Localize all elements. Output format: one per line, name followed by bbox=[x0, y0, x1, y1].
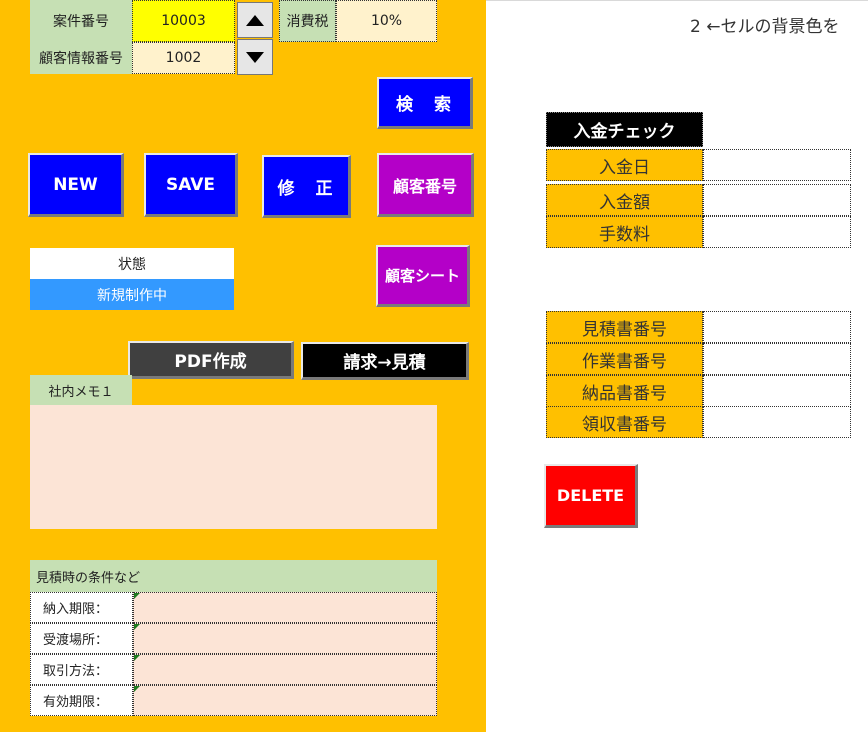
condition-field-transaction-method[interactable] bbox=[133, 654, 437, 685]
delivery-note-no-label: 納品書番号 bbox=[546, 375, 703, 407]
sheet-gridline bbox=[486, 0, 868, 1]
condition-label-transaction-method: 取引方法： bbox=[30, 654, 133, 685]
condition-field-delivery-deadline[interactable] bbox=[133, 592, 437, 623]
condition-field-expiry[interactable] bbox=[133, 685, 437, 716]
estimate-no-label: 見積書番号 bbox=[546, 311, 703, 343]
comment-marker-icon bbox=[134, 686, 140, 692]
tax-label: 消費税 bbox=[279, 0, 336, 42]
customer-info-field[interactable]: 1002 bbox=[132, 42, 235, 74]
case-no-field[interactable]: 10003 bbox=[132, 0, 235, 42]
condition-label-delivery-deadline: 納入期限： bbox=[30, 592, 133, 623]
receipt-no-field[interactable] bbox=[703, 406, 851, 438]
comment-marker-icon bbox=[134, 593, 140, 599]
customer-sheet-button[interactable]: 顧客シート bbox=[376, 245, 470, 307]
note-text: 2 ←セルの背景色を bbox=[690, 17, 840, 37]
delivery-note-no-field[interactable] bbox=[703, 375, 851, 407]
receipt-no-label: 領収書番号 bbox=[546, 406, 703, 438]
payment-fee-label: 手数料 bbox=[546, 216, 703, 248]
customer-info-label: 顧客情報番号 bbox=[30, 42, 132, 74]
payment-check-title: 入金チェック bbox=[546, 112, 703, 147]
status-label: 状態 bbox=[30, 248, 234, 279]
increment-button[interactable] bbox=[237, 2, 273, 38]
control-panel: 案件番号 10003 顧客情報番号 1002 消費税 10% 検 索 NEW S… bbox=[0, 0, 486, 732]
invoice-to-estimate-button[interactable]: 請求→見積 bbox=[301, 342, 469, 380]
modify-button[interactable]: 修 正 bbox=[262, 155, 351, 218]
estimate-no-field[interactable] bbox=[703, 311, 851, 343]
customer-no-button[interactable]: 顧客番号 bbox=[377, 153, 474, 217]
comment-marker-icon bbox=[134, 655, 140, 661]
conditions-title: 見積時の条件など bbox=[30, 560, 437, 592]
memo-textarea[interactable] bbox=[30, 405, 437, 529]
tax-field[interactable]: 10% bbox=[336, 0, 437, 42]
save-button[interactable]: SAVE bbox=[144, 153, 238, 217]
decrement-button[interactable] bbox=[237, 39, 273, 75]
payment-amount-field[interactable] bbox=[703, 184, 851, 216]
condition-label-delivery-place: 受渡場所： bbox=[30, 623, 133, 654]
arrow-up-icon bbox=[246, 14, 264, 26]
new-button[interactable]: NEW bbox=[28, 153, 124, 217]
condition-label-expiry: 有効期限： bbox=[30, 685, 133, 716]
work-order-no-field[interactable] bbox=[703, 343, 851, 375]
delete-button[interactable]: DELETE bbox=[544, 464, 638, 528]
payment-date-label: 入金日 bbox=[546, 149, 703, 181]
status-value: 新規制作中 bbox=[30, 279, 234, 310]
arrow-down-icon bbox=[246, 51, 264, 63]
payment-fee-field[interactable] bbox=[703, 216, 851, 248]
pdf-create-button[interactable]: PDF作成 bbox=[128, 341, 294, 379]
work-order-no-label: 作業書番号 bbox=[546, 343, 703, 375]
condition-field-delivery-place[interactable] bbox=[133, 623, 437, 654]
case-no-label: 案件番号 bbox=[30, 0, 132, 42]
memo-label: 社内メモ１ bbox=[30, 375, 132, 405]
payment-amount-label: 入金額 bbox=[546, 184, 703, 216]
payment-date-field[interactable] bbox=[703, 149, 851, 181]
search-button[interactable]: 検 索 bbox=[377, 77, 473, 129]
comment-marker-icon bbox=[134, 624, 140, 630]
